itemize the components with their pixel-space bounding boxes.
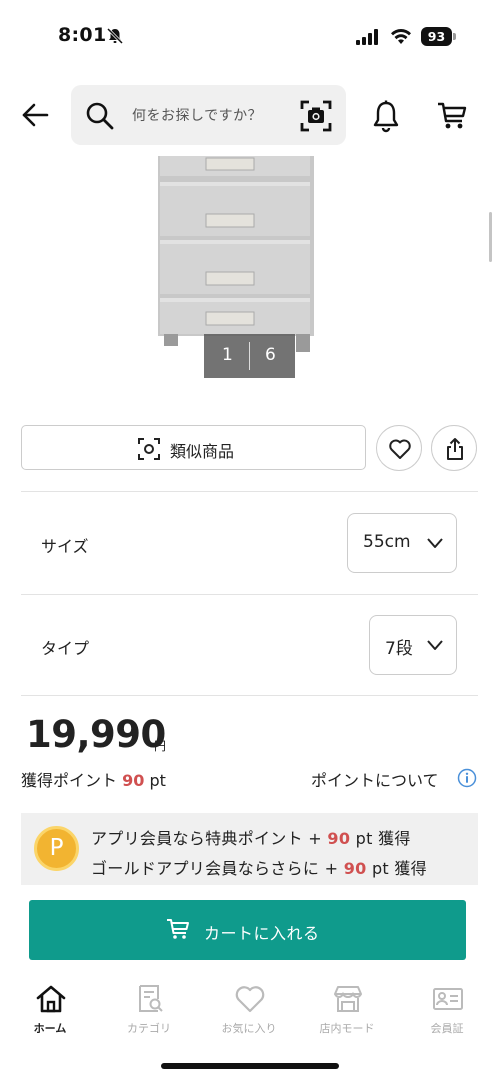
bell-icon[interactable] — [370, 99, 402, 133]
cart-icon — [167, 919, 189, 939]
app-member-line-prefix: アプリ会員なら特典ポイント + — [91, 829, 328, 848]
size-value: 55cm — [363, 532, 411, 552]
earned-points-unit: pt — [149, 771, 166, 790]
size-select[interactable]: 55cm — [347, 513, 457, 573]
chevron-down-icon — [427, 538, 443, 548]
home-indicator[interactable] — [161, 1063, 339, 1069]
add-to-cart-button[interactable]: カートに入れる — [29, 900, 466, 960]
similar-products-label: 類似商品 — [170, 442, 235, 461]
type-label: タイプ — [41, 639, 90, 658]
home-icon — [36, 985, 66, 1013]
cart-icon[interactable] — [436, 100, 468, 132]
store-icon — [334, 986, 362, 1012]
search-icon — [86, 102, 114, 130]
wifi-icon — [391, 28, 411, 44]
app-member-line: アプリ会員なら特典ポイント + 90 pt 獲得 — [91, 825, 411, 849]
image-counter: 1 6 — [204, 334, 295, 378]
share-button[interactable] — [431, 425, 477, 471]
gold-member-line: ゴールドアプリ会員ならさらに + 90 pt 獲得 — [91, 855, 427, 879]
image-counter-total: 6 — [265, 345, 276, 365]
status-bar: 8:01 93 — [0, 0, 499, 70]
favorite-button[interactable] — [376, 425, 422, 471]
nav-favorites[interactable]: お気に入り — [204, 975, 294, 1045]
price-currency: 円 — [154, 739, 167, 753]
nav-home[interactable]: ホーム — [5, 975, 95, 1045]
type-value: 7段 — [385, 639, 413, 659]
app-member-points-banner: P アプリ会員なら特典ポイント + 90 pt 獲得 ゴールドアプリ会員ならさら… — [21, 813, 478, 885]
category-icon — [139, 985, 163, 1012]
nav-category-label: カテゴリ — [127, 1022, 171, 1035]
gold-member-line-suffix: pt 獲得 — [366, 859, 427, 878]
bell-off-icon — [106, 27, 124, 45]
image-search-icon — [138, 438, 160, 460]
nav-store-mode-label: 店内モード — [319, 1022, 375, 1035]
earned-points-value: 90 — [122, 771, 145, 790]
share-icon — [447, 438, 463, 460]
point-badge-icon: P — [34, 826, 79, 871]
heart-icon — [389, 439, 411, 459]
gold-member-line-prefix: ゴールドアプリ会員ならさらに + — [91, 859, 344, 878]
bottom-nav: ホーム カテゴリ お気に入り 店内モード 会員証 — [0, 975, 499, 1055]
about-points-link[interactable]: ポイントについて — [311, 767, 439, 791]
heart-icon — [235, 986, 265, 1013]
gold-member-points: 90 — [343, 859, 367, 878]
header: 何をお探しですか？ — [0, 82, 499, 148]
search-input[interactable]: 何をお探しですか？ — [71, 85, 346, 145]
divider — [21, 491, 478, 492]
app-member-line-suffix: pt 獲得 — [350, 829, 411, 848]
info-icon[interactable] — [457, 768, 477, 788]
similar-products-button[interactable]: 類似商品 — [21, 425, 366, 470]
nav-home-label: ホーム — [33, 1022, 67, 1035]
chevron-down-icon — [427, 640, 443, 650]
size-label: サイズ — [41, 537, 89, 556]
price: 19,990 — [26, 713, 166, 756]
nav-member-card[interactable]: 会員証 — [402, 975, 492, 1045]
add-to-cart-label: カートに入れる — [204, 924, 320, 943]
battery-level: 93 — [421, 27, 452, 46]
member-card-icon — [433, 988, 463, 1010]
scrollbar[interactable] — [489, 212, 492, 262]
nav-category[interactable]: カテゴリ — [104, 975, 194, 1045]
point-badge-letter: P — [49, 835, 64, 861]
image-counter-current: 1 — [222, 345, 233, 365]
nav-favorites-label: お気に入り — [221, 1022, 277, 1035]
divider — [21, 594, 478, 595]
battery-icon: 93 — [421, 27, 457, 46]
back-icon[interactable] — [20, 100, 50, 130]
nav-member-card-label: 会員証 — [430, 1022, 464, 1035]
earned-points-label: 獲得ポイント — [21, 771, 118, 790]
search-placeholder: 何をお探しですか？ — [132, 108, 263, 124]
type-select[interactable]: 7段 — [369, 615, 457, 675]
app-member-points: 90 — [327, 829, 351, 848]
signal-icon — [356, 29, 378, 45]
status-time: 8:01 — [58, 24, 107, 46]
divider — [21, 695, 478, 696]
nav-store-mode[interactable]: 店内モード — [302, 975, 392, 1045]
camera-search-icon[interactable] — [299, 99, 333, 133]
earned-points: 獲得ポイント 90 pt — [21, 767, 166, 791]
